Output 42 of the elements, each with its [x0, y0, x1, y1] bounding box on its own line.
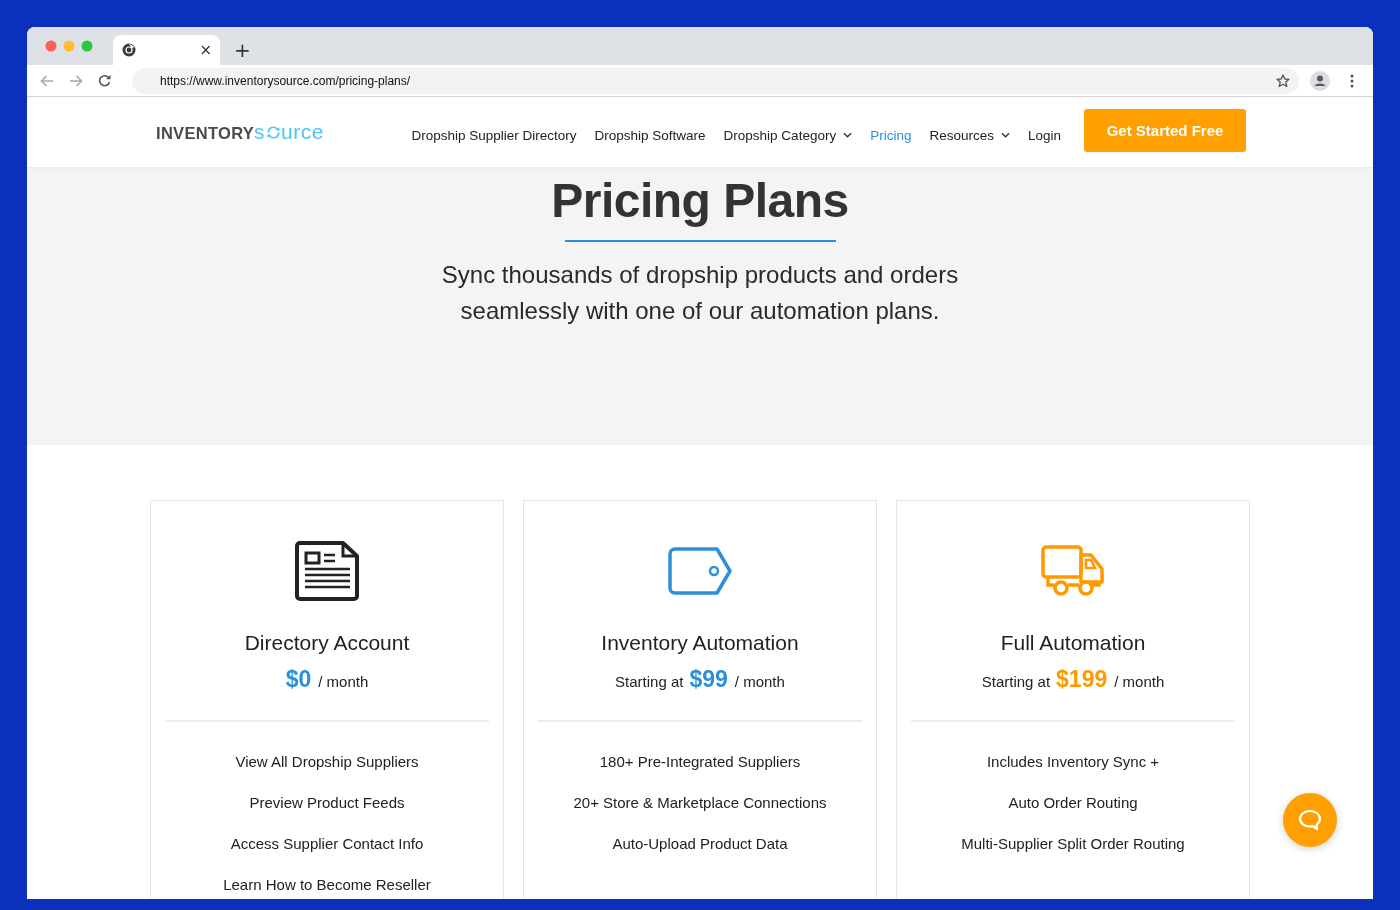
price-period: / month	[1114, 672, 1165, 692]
tab-favicon-icon	[122, 43, 136, 57]
plan-feature: 20+ Store & Marketplace Connections	[573, 793, 827, 813]
plan-feature: Multi-Supplier Split Order Routing	[961, 834, 1185, 854]
site-logo[interactable]: INVENTORYs urce	[156, 120, 324, 144]
plan-feature: Includes Inventory Sync +	[986, 752, 1160, 772]
plan-title: Directory Account	[244, 630, 410, 656]
plan-feature: Auto Order Routing	[1008, 793, 1138, 813]
nav-link[interactable]: Login	[1027, 121, 1061, 143]
plan-feature: Learn How to Become Reseller	[223, 875, 431, 895]
plan-price: $199	[1056, 665, 1108, 694]
nav-link[interactable]: Dropship Category	[723, 121, 853, 143]
plan-feature: View All Dropship Suppliers	[235, 752, 419, 772]
price-prefix: Starting at	[615, 672, 684, 692]
sync-arrows-icon	[265, 125, 281, 140]
new-tab-button[interactable]: +	[234, 40, 251, 60]
menu-icon[interactable]	[1350, 73, 1354, 88]
page-title: Pricing Plans	[551, 173, 849, 229]
plan-title: Full Automation	[1000, 630, 1146, 656]
plan-feature: Auto-Upload Product Data	[612, 834, 788, 854]
browser-tab[interactable]: ×	[113, 35, 220, 65]
profile-avatar-icon[interactable]	[1310, 70, 1330, 91]
chat-bubble-icon	[1298, 809, 1322, 831]
nav-link[interactable]: Pricing	[870, 121, 912, 143]
plan-price: $99	[689, 665, 728, 694]
price-period: / month	[734, 672, 785, 692]
nav-link[interactable]: Dropship Software	[594, 121, 706, 143]
reload-icon[interactable]	[98, 74, 111, 87]
tab-close-button[interactable]: ×	[199, 42, 212, 58]
nav-link[interactable]: Resources	[929, 121, 1010, 143]
plan-feature: Access Supplier Contact Info	[230, 834, 424, 854]
url-text: https://www.inventorysource.com/pricing-plans/	[160, 73, 411, 88]
page-subtitle: Sync thousands of dropship products and orders seamlessly with one of our automation plans.	[440, 260, 960, 326]
price-prefix: Starting at	[981, 672, 1051, 692]
plan-price: $0	[285, 665, 312, 694]
plan-title: Inventory Automation	[601, 630, 799, 656]
nav-link[interactable]: Dropship Supplier Directory	[411, 121, 577, 143]
address-bar[interactable]: https://www.inventorysource.com/pricing-plans/	[132, 67, 1299, 94]
plan-feature: 180+ Pre-Integrated Suppliers	[599, 752, 801, 772]
price-period: / month	[318, 672, 369, 692]
plan-feature: Preview Product Feeds	[249, 793, 405, 813]
star-icon[interactable]	[1276, 73, 1290, 88]
